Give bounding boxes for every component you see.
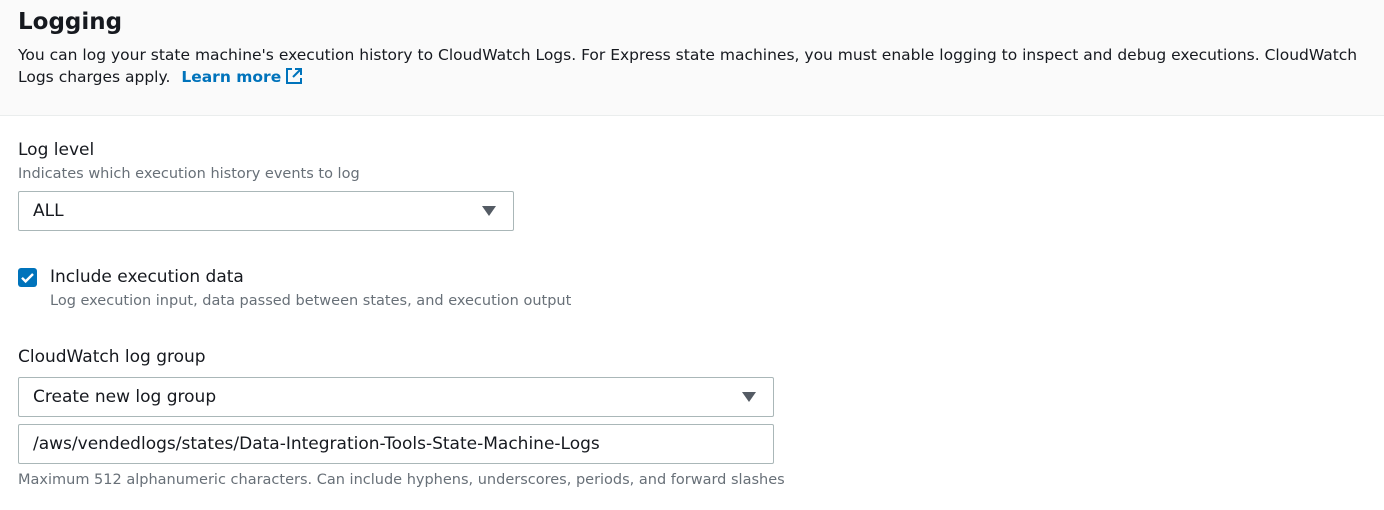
log-level-label: Log level <box>18 140 95 160</box>
log-group-name-input[interactable]: /aws/vendedlogs/states/Data-Integration-… <box>18 424 774 464</box>
log-level-value: ALL <box>33 201 64 221</box>
include-execution-data-checkbox[interactable] <box>18 268 37 287</box>
log-level-select[interactable]: ALL <box>18 191 514 231</box>
log-group-name-value: /aws/vendedlogs/states/Data-Integration-… <box>33 434 600 454</box>
include-execution-data-label[interactable]: Include execution data <box>50 267 244 287</box>
logging-header: Logging You can log your state machine's… <box>0 0 1384 116</box>
section-description: You can log your state machine's executi… <box>18 44 1368 91</box>
caret-down-icon <box>742 392 756 402</box>
checkmark-icon <box>21 273 34 284</box>
section-title: Logging <box>18 9 123 35</box>
log-group-constraint: Maximum 512 alphanumeric characters. Can… <box>18 472 785 488</box>
learn-more-link[interactable]: Learn more <box>181 68 303 86</box>
log-group-select-value: Create new log group <box>33 387 217 407</box>
log-level-description: Indicates which execution history events… <box>18 166 360 182</box>
log-group-select[interactable]: Create new log group <box>18 377 774 417</box>
caret-down-icon <box>482 206 496 216</box>
include-execution-data-description: Log execution input, data passed between… <box>50 293 572 309</box>
learn-more-label: Learn more <box>181 68 282 86</box>
log-group-label: CloudWatch log group <box>18 347 206 367</box>
external-link-icon <box>285 67 303 91</box>
